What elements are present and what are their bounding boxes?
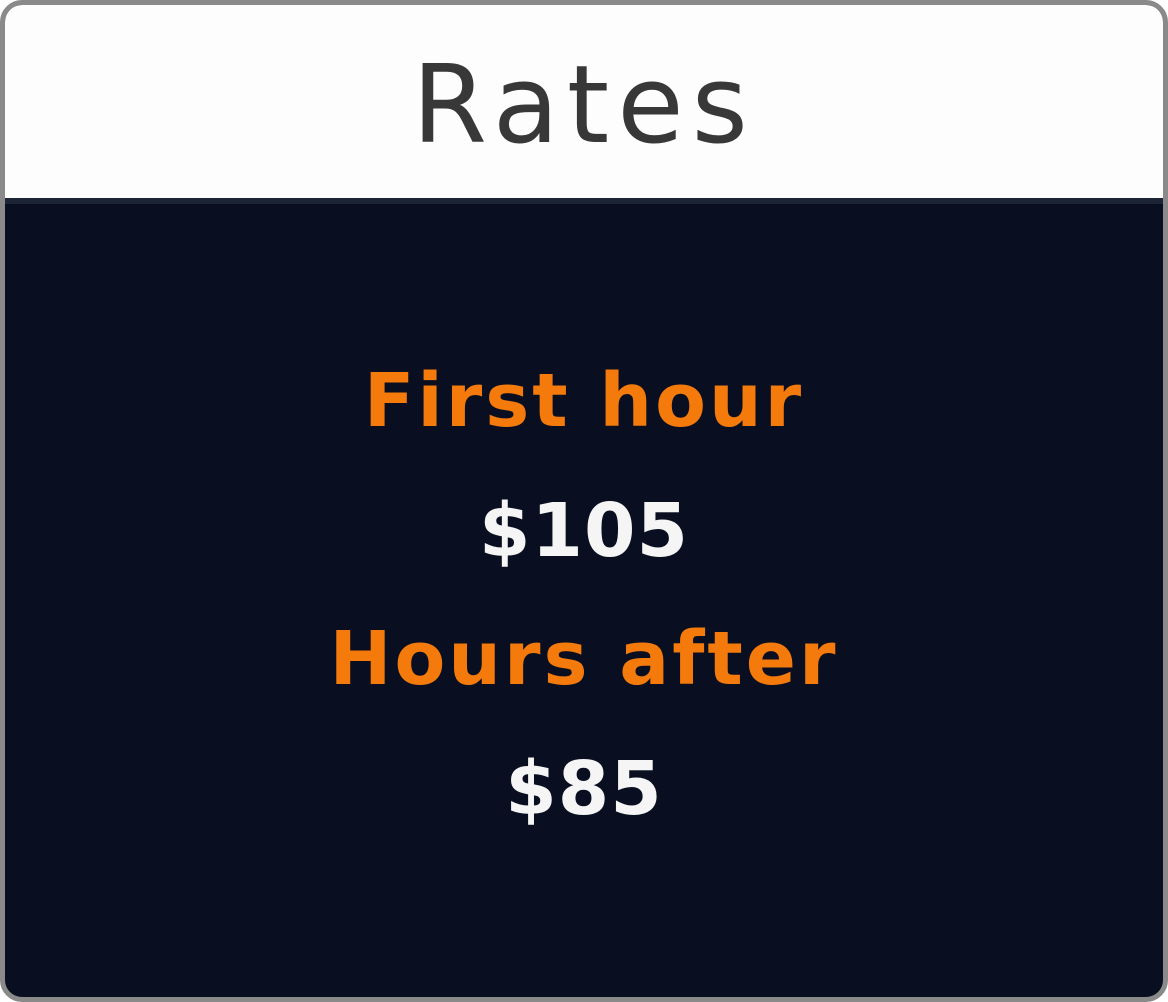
rate-label-first-hour: First hour bbox=[363, 358, 805, 444]
rate-price-hours-after: $85 bbox=[505, 746, 663, 832]
rate-label-hours-after: Hours after bbox=[329, 616, 839, 702]
rate-price-first-hour: $105 bbox=[479, 488, 689, 574]
rates-title: Rates bbox=[412, 43, 756, 168]
rates-header: Rates bbox=[5, 5, 1163, 198]
rates-panel: First hour $105 Hours after $85 bbox=[5, 204, 1163, 997]
rates-card: Rates First hour $105 Hours after $85 bbox=[0, 0, 1168, 1002]
